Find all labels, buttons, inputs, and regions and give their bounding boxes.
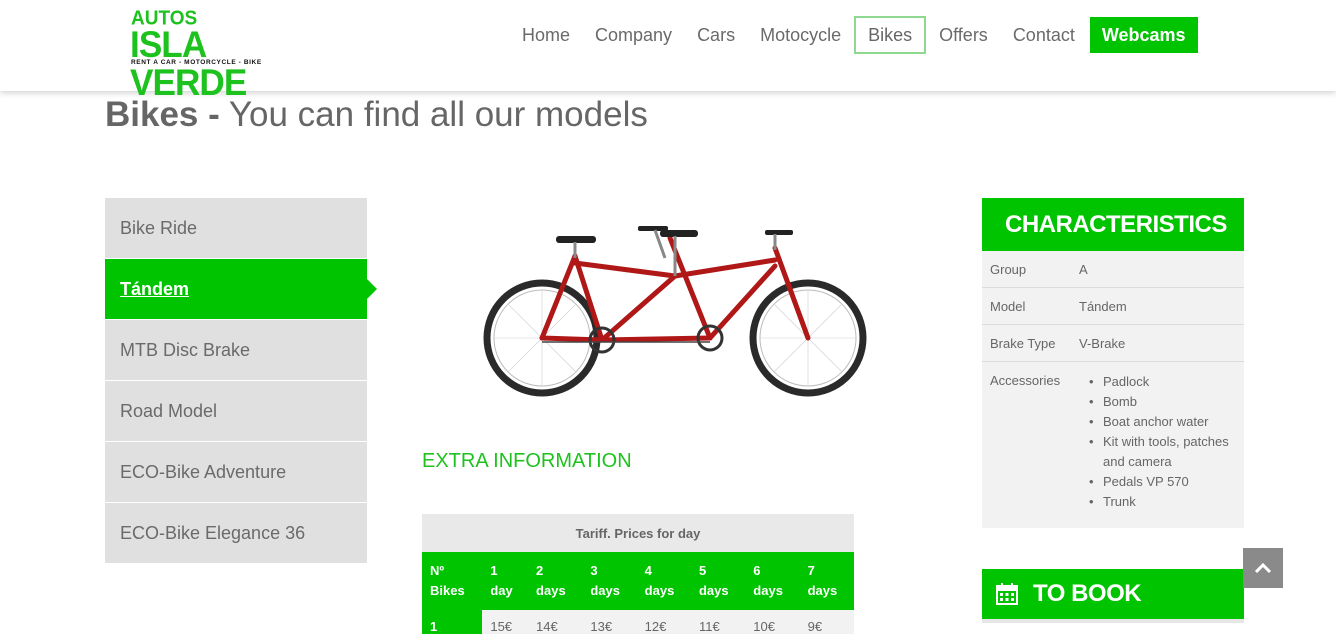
tariff-header: 6 days (745, 552, 800, 610)
extra-information-heading: EXTRA INFORMATION (422, 450, 632, 472)
model-label: Model (990, 299, 1026, 314)
nav-cars[interactable]: Cars (685, 16, 747, 54)
sidebar-item-bike-ride[interactable]: Bike Ride (105, 198, 367, 258)
characteristics-heading: CHARACTERISTICS (982, 198, 1244, 251)
tariff-cell: 11€ (690, 610, 746, 634)
sidebar-item-mtb-disc-brake[interactable]: MTB Disc Brake (105, 320, 367, 380)
model-value: Tándem (1079, 299, 1127, 314)
list-item: Boat anchor water (1089, 412, 1244, 432)
tariff-cell: 15€ (482, 610, 529, 634)
group-value: A (1079, 262, 1088, 277)
characteristics-panel: CHARACTERISTICS Group A Model Tándem Bra… (982, 198, 1244, 528)
brake-type-label: Brake Type (990, 336, 1056, 351)
to-book-label: TO BOOK (1033, 580, 1142, 607)
nav-bikes[interactable]: Bikes (854, 16, 927, 54)
tariff-header: 2 days (528, 552, 583, 610)
nav-motocycle[interactable]: Motocycle (748, 16, 853, 54)
tariff-cell: 9€ (799, 610, 854, 634)
tariff-header: 3 days (582, 552, 637, 610)
tariff-cell: 1 (422, 610, 483, 634)
tariff-header: 4 days (636, 552, 691, 610)
list-item: Bomb (1089, 392, 1244, 412)
site-header: AUTOS ISLA VERDE RENT A CAR - MOTORCYCLE… (0, 0, 1336, 102)
accessories-list: Padlock Bomb Boat anchor water Kit with … (1089, 372, 1244, 512)
characteristics-body: Group A Model Tándem Brake Type V-Brake … (982, 251, 1244, 528)
tariff-header: 1 day (482, 552, 529, 610)
characteristic-row-model: Model Tándem (982, 288, 1244, 325)
tariff-cell: 13€ (582, 610, 637, 634)
bike-model-sidebar: Bike Ride Tándem MTB Disc Brake Road Mod… (105, 198, 377, 564)
main-nav: Home Company Cars Motocycle Bikes Offers… (510, 16, 1199, 54)
sidebar-item-tandem[interactable]: Tándem (105, 259, 377, 319)
tariff-caption: Tariff. Prices for day (422, 514, 854, 552)
tariff-cell: 10€ (745, 610, 800, 634)
tariff-cell: 14€ (528, 610, 583, 634)
brand-logo[interactable]: AUTOS ISLA VERDE RENT A CAR - MOTORCYCLE… (130, 7, 290, 101)
sidebar-item-eco-bike-adventure[interactable]: ECO-Bike Adventure (105, 442, 367, 502)
nav-company[interactable]: Company (583, 16, 684, 54)
nav-webcams-button[interactable]: Webcams (1089, 17, 1198, 53)
list-item: Padlock (1089, 372, 1244, 392)
logo-tagline: RENT A CAR - MOTORCYCLE - BIKE (131, 59, 262, 66)
sidebar-item-eco-bike-elegance[interactable]: ECO-Bike Elegance 36 (105, 503, 367, 563)
to-book-button[interactable]: TO BOOK (982, 569, 1244, 619)
brake-type-value: V-Brake (1079, 336, 1126, 351)
accessories-label: Accessories (990, 373, 1061, 388)
page-title-rest: You can find all our models (228, 95, 648, 134)
sidebar-item-road-model[interactable]: Road Model (105, 381, 367, 441)
list-item: Kit with tools, patches and camera (1089, 432, 1244, 472)
characteristic-row-brake: Brake Type V-Brake (982, 325, 1244, 362)
nav-offers[interactable]: Offers (927, 16, 1000, 54)
tariff-cell: 12€ (636, 610, 691, 634)
table-row: 1 15€ 14€ 13€ 12€ 11€ 10€ 9€ (422, 610, 854, 634)
calendar-icon (996, 583, 1018, 605)
tariff-header: 5 days (690, 552, 746, 610)
tariff-header: Nº Bikes (422, 552, 483, 610)
list-item: Trunk (1089, 492, 1244, 512)
tariff-header-row: Nº Bikes 1 day 2 days 3 days 4 days 5 days 6 da… (422, 552, 854, 610)
characteristic-row-accessories: Accessories Padlock Bomb Boat anchor wat… (982, 362, 1244, 528)
tandem-bike-image (483, 226, 867, 397)
chevron-up-icon (1255, 563, 1271, 573)
nav-contact[interactable]: Contact (1001, 16, 1087, 54)
tariff-header: 7 days (799, 552, 854, 610)
scroll-to-top-button[interactable] (1243, 548, 1283, 588)
tariff-table: Tariff. Prices for day Nº Bikes 1 day 2 day… (422, 514, 854, 634)
characteristic-row-group: Group A (982, 251, 1244, 288)
nav-home[interactable]: Home (510, 16, 582, 54)
list-item: Pedals VP 570 (1089, 472, 1244, 492)
group-label: Group (990, 262, 1027, 277)
